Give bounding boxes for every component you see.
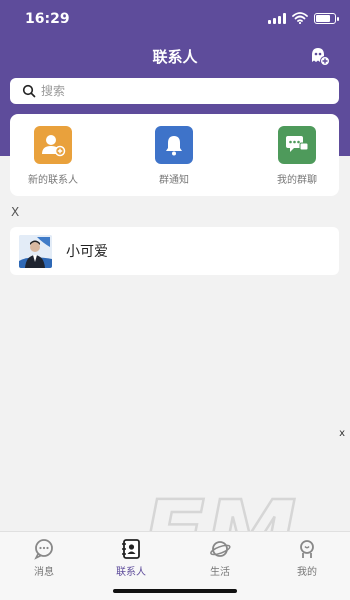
tab-life[interactable]: 生活 bbox=[190, 538, 250, 578]
contact-list-item[interactable]: 小可爱 bbox=[10, 227, 339, 275]
group-chat-icon bbox=[278, 126, 316, 164]
my-group-chats-label: 我的群聊 bbox=[277, 175, 317, 186]
battery-icon bbox=[314, 12, 339, 24]
search-bar[interactable] bbox=[10, 78, 339, 104]
signal-icon bbox=[268, 12, 286, 24]
new-contacts-button[interactable]: 新的联系人 bbox=[13, 126, 93, 186]
planet-icon bbox=[210, 541, 231, 557]
add-contact-icon bbox=[34, 126, 72, 164]
page-title: 联系人 bbox=[152, 48, 198, 66]
tab-me-label: 我的 bbox=[297, 567, 317, 578]
tab-contacts[interactable]: 联系人 bbox=[101, 538, 161, 578]
tab-contacts-label: 联系人 bbox=[116, 567, 146, 578]
my-group-chats-button[interactable]: 我的群聊 bbox=[257, 126, 337, 186]
quick-actions-card: 新的联系人 群通知 我的群聊 bbox=[10, 114, 339, 196]
search-input[interactable] bbox=[41, 84, 301, 98]
alphabet-index-x[interactable]: x bbox=[339, 428, 345, 439]
chat-bubble-icon bbox=[34, 539, 53, 560]
tab-me[interactable]: 我的 bbox=[277, 538, 337, 578]
profile-icon bbox=[300, 540, 314, 558]
contacts-book-icon bbox=[122, 539, 140, 559]
status-icons bbox=[268, 12, 339, 24]
home-indicator bbox=[113, 589, 237, 593]
contact-name: 小可爱 bbox=[66, 244, 108, 260]
wifi-icon bbox=[292, 12, 308, 24]
status-time: 16:29 bbox=[25, 11, 70, 27]
tab-messages[interactable]: 消息 bbox=[14, 538, 74, 578]
bell-icon bbox=[155, 126, 193, 164]
group-notice-button[interactable]: 群通知 bbox=[134, 126, 214, 186]
tab-life-label: 生活 bbox=[210, 567, 230, 578]
new-contacts-label: 新的联系人 bbox=[28, 175, 78, 186]
group-notice-label: 群通知 bbox=[159, 175, 189, 186]
section-header-x: X bbox=[11, 205, 20, 219]
status-bar: 16:29 bbox=[0, 0, 350, 38]
avatar bbox=[19, 234, 52, 268]
add-friend-icon[interactable] bbox=[308, 45, 330, 67]
tab-messages-label: 消息 bbox=[34, 567, 54, 578]
search-icon bbox=[22, 84, 36, 98]
